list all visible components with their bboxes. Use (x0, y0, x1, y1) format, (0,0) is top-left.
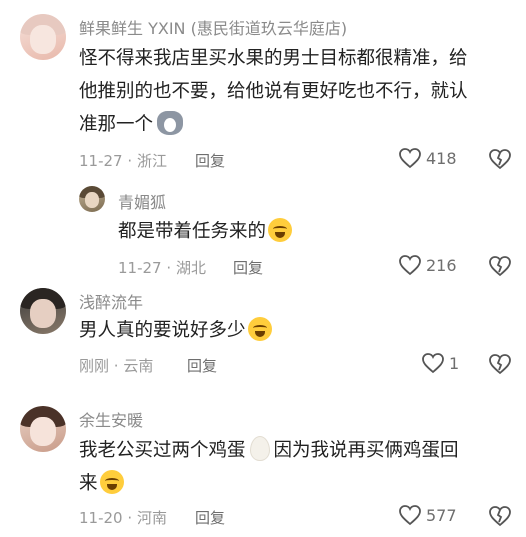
like-count: 1 (449, 353, 460, 373)
comment-meta: 11-27 · 浙江 (79, 152, 167, 170)
comment-text: 男人真的要说好多少 (79, 314, 509, 347)
broken-heart-icon[interactable] (488, 255, 512, 277)
heart-outline-icon (399, 505, 421, 526)
comment-item: 鲜果鲜生 YXIN (惠民街道玖云华庭店) 怪不得来我店里买水果的男士目标都很精… (0, 0, 526, 180)
username[interactable]: 余生安暖 (79, 407, 143, 431)
egg-emoji-icon (249, 436, 270, 461)
like-button[interactable]: 216 (398, 254, 457, 276)
reply-button[interactable]: 回复 (195, 507, 225, 528)
laughing-crying-emoji-icon (247, 317, 272, 341)
comment-item: 余生安暖 我老公买过两个鸡蛋 因为我说再买俩鸡蛋回 来 11-20 · 河南 回复… (0, 390, 526, 537)
laughing-crying-emoji-icon (99, 470, 124, 494)
broken-heart-icon[interactable] (488, 353, 512, 375)
like-count: 216 (426, 255, 457, 275)
avatar[interactable] (20, 288, 66, 334)
comment-text: 我老公买过两个鸡蛋 因为我说再买俩鸡蛋回 来 (79, 434, 509, 500)
heart-outline-icon (422, 353, 444, 374)
like-button[interactable]: 1 (421, 352, 459, 374)
husky-emoji-icon (157, 111, 184, 135)
comment-text: 怪不得来我店里买水果的男士目标都很精准，给 他推别的也不要，给他说有更好吃也不行… (79, 48, 468, 135)
broken-heart-icon[interactable] (488, 148, 512, 170)
comment-meta: 11-20 · 河南 (79, 509, 167, 527)
username[interactable]: 青媚狐 (118, 189, 166, 213)
like-count: 418 (426, 148, 457, 168)
broken-heart-icon[interactable] (488, 505, 512, 527)
like-count: 577 (426, 505, 457, 525)
comment-text: 都是带着任务来的 (118, 215, 508, 248)
reply-button[interactable]: 回复 (233, 257, 263, 278)
comment-meta: 刚刚 · 云南 (79, 357, 154, 375)
heart-outline-icon (399, 255, 421, 276)
avatar[interactable] (20, 406, 66, 452)
username[interactable]: 鲜果鲜生 YXIN (惠民街道玖云华庭店) (79, 15, 347, 39)
reply-button[interactable]: 回复 (195, 150, 225, 171)
heart-outline-icon (399, 148, 421, 169)
avatar[interactable] (79, 186, 105, 212)
avatar[interactable] (20, 14, 66, 60)
reply-button[interactable]: 回复 (187, 355, 217, 376)
username[interactable]: 浅醉流年 (79, 289, 143, 313)
comment-item: 青媚狐 都是带着任务来的 11-27 · 湖北 回复 216 (0, 180, 526, 280)
comment-item: 浅醉流年 男人真的要说好多少 刚刚 · 云南 回复 1 (0, 280, 526, 390)
comment-meta: 11-27 · 湖北 (118, 259, 206, 277)
like-button[interactable]: 577 (398, 504, 457, 526)
like-button[interactable]: 418 (398, 147, 457, 169)
laughing-crying-emoji-icon (268, 218, 293, 242)
